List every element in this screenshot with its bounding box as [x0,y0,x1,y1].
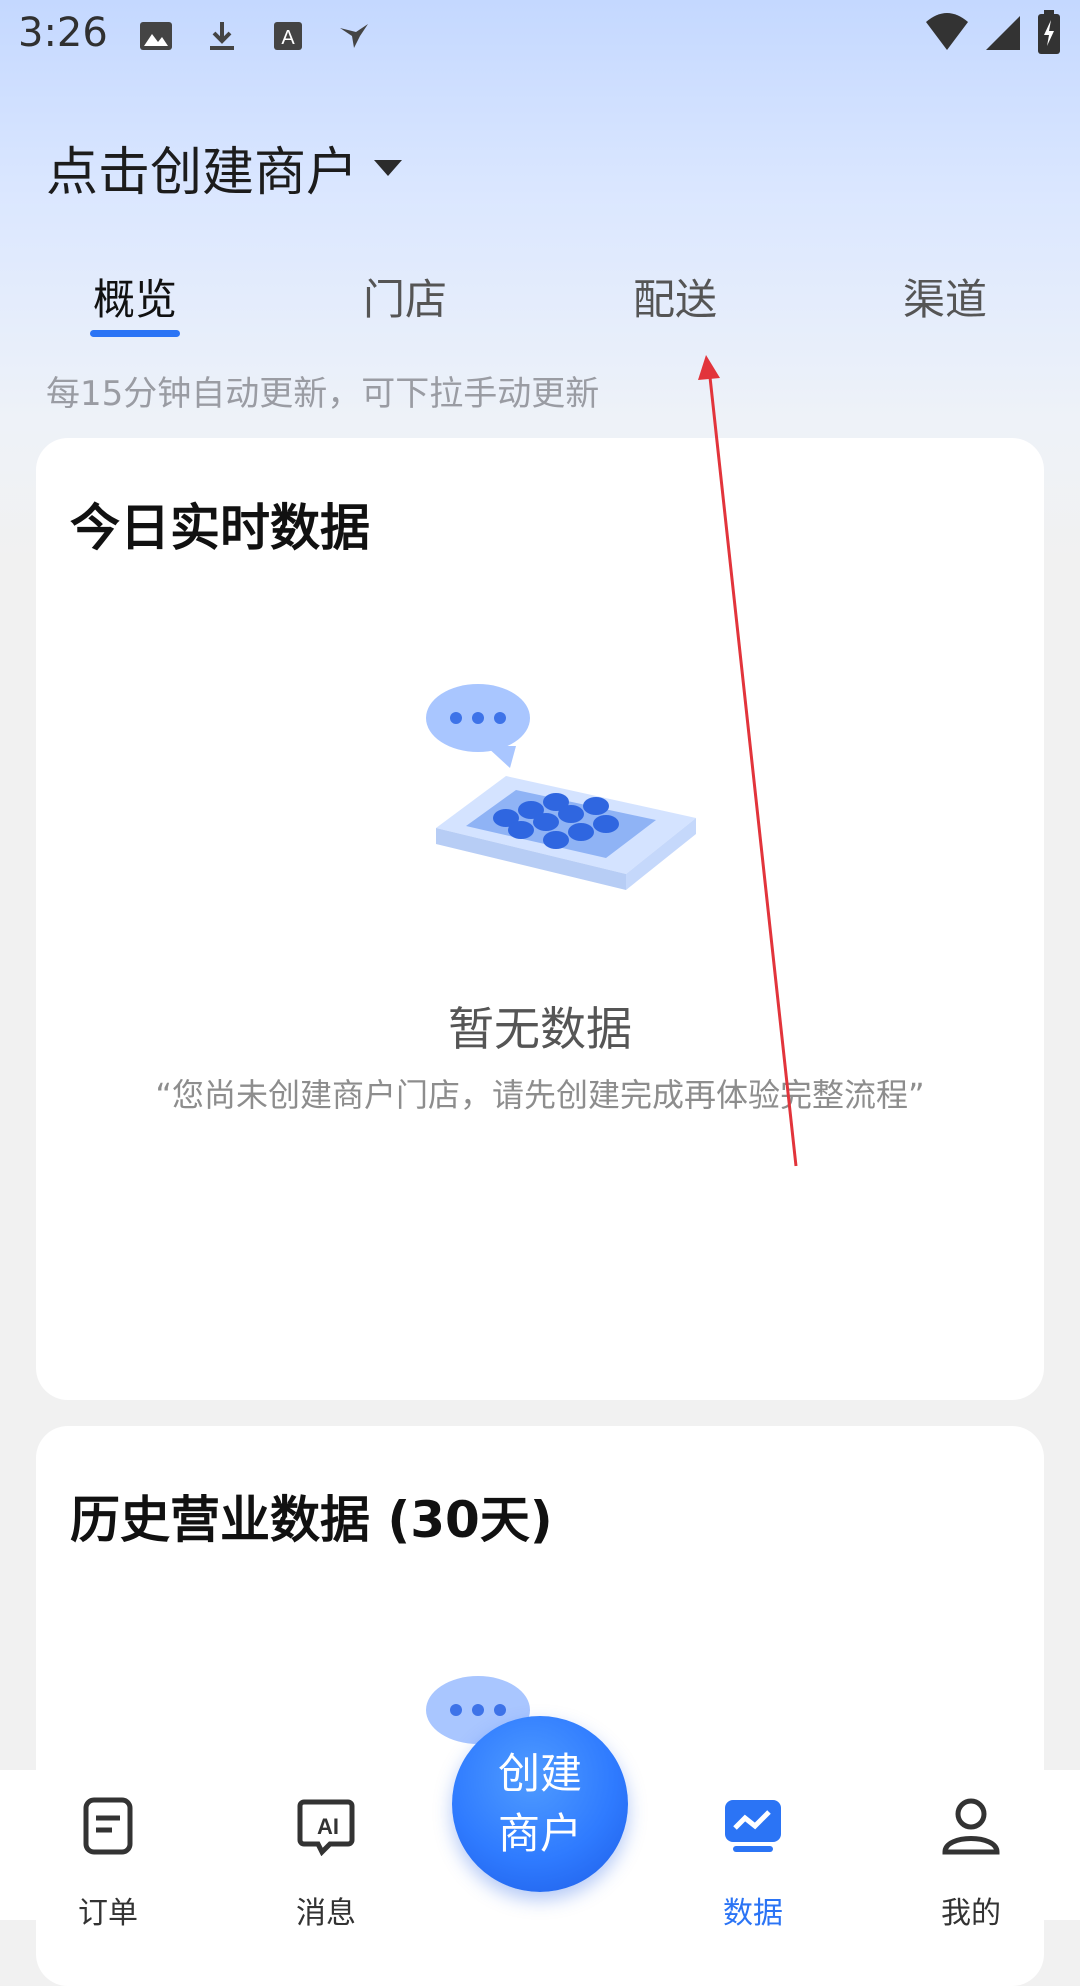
empty-state-description: “您尚未创建商户门店，请先创建完成再体验完整流程” [155,1076,925,1114]
tab-channels[interactable]: 渠道 [845,266,1045,327]
wifi-icon [926,13,968,50]
tab-delivery[interactable]: 配送 [575,266,775,327]
tab-stores[interactable]: 门店 [305,266,505,327]
data-chart-icon [725,1800,781,1852]
bird-icon [340,24,368,48]
fab-label-line2: 商户 [497,1809,582,1858]
active-tab-indicator [90,330,180,337]
battery-charging-icon [1038,10,1060,54]
nav-profile[interactable]: 我的 [891,1770,1051,1931]
font-a-icon: A [274,22,302,50]
merchant-selector-label: 点击创建商户 [46,143,359,203]
nav-orders-label: 订单 [78,1896,138,1931]
signal-icon [986,16,1020,50]
svg-text:AI: AI [317,1814,339,1839]
nav-data[interactable]: 数据 [673,1770,833,1931]
image-icon [140,22,172,50]
empty-abacus-illustration [426,684,696,890]
refresh-hint: 每15分钟自动更新，可下拉手动更新 [46,374,600,414]
nav-profile-label: 我的 [941,1896,1001,1931]
svg-text:A: A [281,27,295,49]
status-bar: 3:26 A [0,0,1080,74]
history-card-title: 历史营业数据 (30天) [70,1491,553,1549]
caret-down-icon [374,159,403,176]
nav-messages-label: 消息 [296,1896,356,1931]
profile-icon [942,1798,1000,1855]
realtime-card-title: 今日实时数据 [70,499,370,557]
nav-messages[interactable]: AI 消息 [246,1770,406,1931]
create-merchant-button[interactable]: 创建 商户 [452,1716,628,1892]
merchant-selector[interactable]: 点击创建商户 [46,130,403,205]
order-icon [83,1797,133,1855]
status-time: 3:26 [18,10,108,56]
ai-message-icon: AI [297,1799,355,1856]
nav-data-label: 数据 [723,1896,783,1931]
tab-overview[interactable]: 概览 [35,266,235,327]
download-icon [210,22,234,50]
nav-orders[interactable]: 订单 [28,1770,188,1931]
fab-label-line1: 创建 [497,1749,582,1798]
empty-state-title: 暂无数据 [448,1002,632,1056]
realtime-data-card: 今日实时数据 暂无数据 “您尚未创建商户门店，请先创建完成再体验完整流程” [36,438,1044,1400]
